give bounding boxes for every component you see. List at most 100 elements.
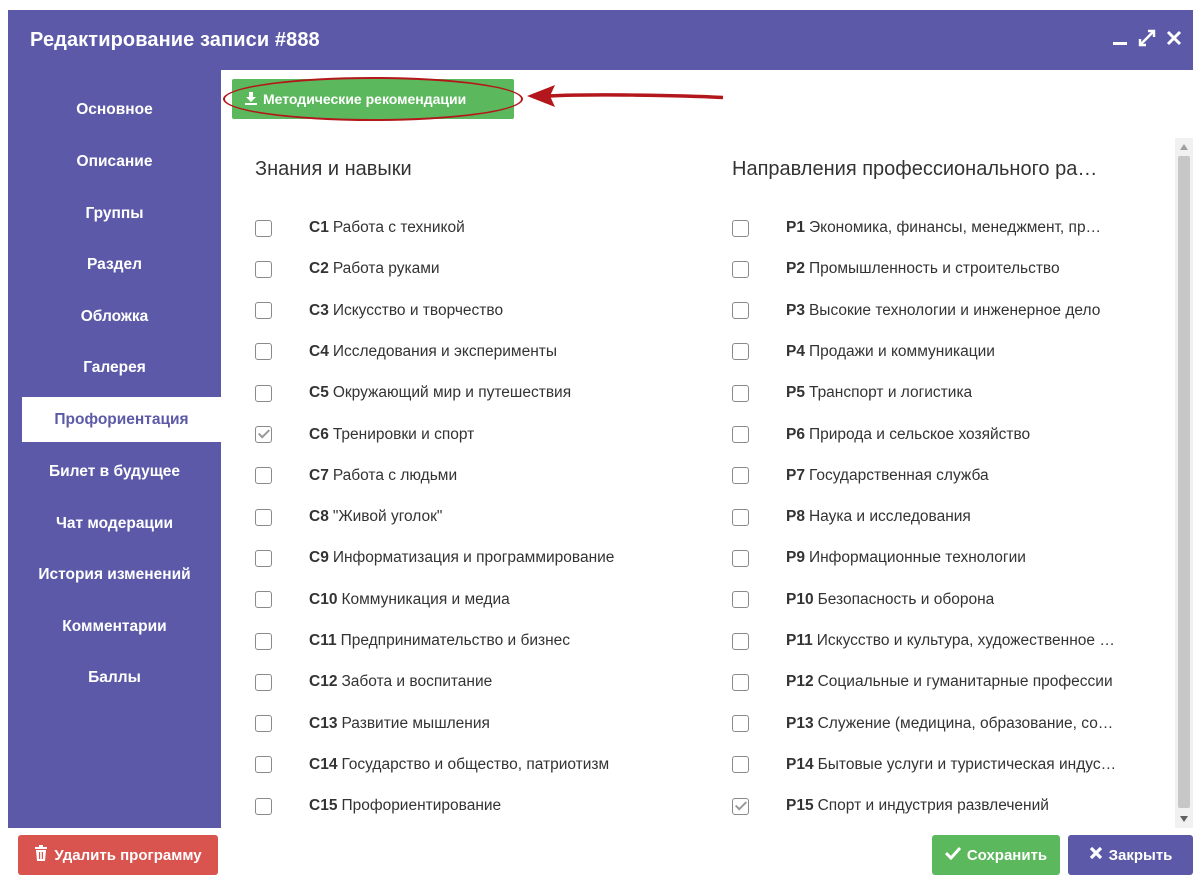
- sidebar-item-points[interactable]: Баллы: [8, 655, 221, 700]
- minimize-icon[interactable]: [1111, 27, 1129, 49]
- direction-checkbox[interactable]: [732, 426, 749, 443]
- direction-item[interactable]: Р10 Безопасность и оборона: [732, 588, 1157, 612]
- skill-checkbox[interactable]: [255, 756, 272, 774]
- direction-checkbox[interactable]: [732, 632, 749, 650]
- direction-item[interactable]: Р5 Транспорт и логистика: [732, 381, 1157, 405]
- skill-checkbox[interactable]: [255, 632, 272, 650]
- maximize-icon[interactable]: [1138, 27, 1156, 49]
- direction-checkbox[interactable]: [732, 756, 749, 774]
- direction-label: Р12 Социальные и гуманитарные профессии: [786, 673, 1113, 691]
- skill-checkbox[interactable]: [255, 508, 272, 526]
- sidebar-item-main[interactable]: Основное: [8, 87, 221, 132]
- sidebar-item-groups[interactable]: Группы: [8, 191, 221, 236]
- skill-item[interactable]: С5 Окружающий мир и путешествия: [255, 381, 675, 405]
- sidebar-item-career-guidance[interactable]: Профориентация: [22, 397, 221, 442]
- skill-item[interactable]: С15 Профориентирование: [255, 794, 675, 818]
- sidebar-item-change-history[interactable]: История изменений: [8, 552, 221, 597]
- skill-checkbox[interactable]: [255, 591, 272, 609]
- sidebar-item-cover[interactable]: Обложка: [8, 294, 221, 339]
- direction-code: Р7: [786, 466, 805, 484]
- save-button[interactable]: Сохранить: [932, 835, 1060, 875]
- scroll-down-icon[interactable]: [1180, 816, 1188, 822]
- skill-checkbox[interactable]: [255, 260, 272, 278]
- sidebar: Основное Описание Группы Раздел Обложка …: [8, 70, 221, 828]
- direction-item[interactable]: Р4 Продажи и коммуникации: [732, 340, 1157, 364]
- scrollbar-thumb[interactable]: [1178, 156, 1190, 808]
- skill-checkbox[interactable]: [255, 467, 272, 485]
- direction-text: Природа и сельское хозяйство: [808, 425, 1031, 443]
- direction-text: Социальные и гуманитарные профессии: [817, 673, 1113, 691]
- sidebar-item-description[interactable]: Описание: [8, 139, 221, 184]
- skill-item[interactable]: С2 Работа руками: [255, 257, 675, 281]
- direction-code: Р1: [786, 219, 805, 236]
- skill-checkbox[interactable]: [255, 384, 272, 402]
- direction-checkbox[interactable]: [732, 343, 749, 361]
- direction-item[interactable]: Р11 Искусство и культура, художественное …: [732, 629, 1157, 653]
- direction-label: Р4 Продажи и коммуникации: [786, 343, 995, 361]
- direction-code: Р3: [786, 301, 805, 319]
- scroll-up-icon[interactable]: [1180, 144, 1188, 150]
- direction-item[interactable]: Р14 Бытовые услуги и туристическая индус…: [732, 753, 1157, 777]
- direction-checkbox[interactable]: [732, 219, 749, 237]
- skill-checkbox[interactable]: [255, 426, 272, 443]
- recommendations-button[interactable]: Методические рекомендации: [232, 79, 514, 119]
- direction-code: Р6: [786, 425, 805, 443]
- skill-checkbox[interactable]: [255, 715, 272, 733]
- direction-item[interactable]: Р15 Спорт и индустрия развлечений: [732, 794, 1157, 818]
- skill-checkbox[interactable]: [255, 797, 272, 815]
- skill-item[interactable]: С1 Работа с техникой: [255, 216, 675, 240]
- skill-item[interactable]: С11 Предпринимательство и бизнес: [255, 629, 675, 653]
- skill-item[interactable]: С6 Тренировки и спорт: [255, 423, 675, 447]
- direction-item[interactable]: Р9 Информационные технологии: [732, 546, 1157, 570]
- close-label: Закрыть: [1108, 846, 1173, 864]
- close-icon[interactable]: [1165, 27, 1183, 49]
- skill-checkbox[interactable]: [255, 302, 272, 320]
- direction-item[interactable]: Р12 Социальные и гуманитарные профессии: [732, 670, 1157, 694]
- skill-item[interactable]: С12 Забота и воспитание: [255, 670, 675, 694]
- direction-checkbox[interactable]: [732, 508, 749, 526]
- skill-code: С5: [309, 384, 329, 402]
- direction-item[interactable]: Р8 Наука и исследования: [732, 505, 1157, 529]
- direction-checkbox[interactable]: [732, 591, 749, 609]
- delete-program-button[interactable]: Удалить программу: [18, 835, 218, 875]
- direction-checkbox[interactable]: [732, 302, 749, 320]
- sidebar-item-moderation-chat[interactable]: Чат модерации: [8, 501, 221, 546]
- direction-item[interactable]: Р2 Промышленность и строительство: [732, 257, 1157, 281]
- direction-checkbox[interactable]: [732, 549, 749, 567]
- skill-item[interactable]: С7 Работа с людьми: [255, 464, 675, 488]
- skill-checkbox[interactable]: [255, 219, 272, 237]
- sidebar-item-section[interactable]: Раздел: [8, 242, 221, 287]
- skill-item[interactable]: С4 Исследования и эксперименты: [255, 340, 675, 364]
- direction-label: Р15 Спорт и индустрия развлечений: [786, 797, 1049, 815]
- sidebar-item-gallery[interactable]: Галерея: [8, 345, 221, 390]
- skill-item[interactable]: С10 Коммуникация и медиа: [255, 588, 675, 612]
- direction-checkbox[interactable]: [732, 797, 749, 815]
- direction-item[interactable]: Р1 Экономика, финансы, менеджмент, пр…: [732, 216, 1157, 240]
- direction-item[interactable]: Р13 Служение (медицина, образование, со…: [732, 712, 1157, 736]
- direction-checkbox[interactable]: [732, 384, 749, 402]
- direction-checkbox[interactable]: [732, 260, 749, 278]
- skill-item[interactable]: С9 Информатизация и программирование: [255, 546, 675, 570]
- skill-checkbox[interactable]: [255, 549, 272, 567]
- skill-item[interactable]: С3 Искусство и творчество: [255, 299, 675, 323]
- skill-item[interactable]: С13 Развитие мышления: [255, 712, 675, 736]
- direction-text: Промышленность и строительство: [808, 260, 1060, 278]
- sidebar-item-ticket-to-future[interactable]: Билет в будущее: [8, 449, 221, 494]
- skill-checkbox[interactable]: [255, 673, 272, 691]
- direction-item[interactable]: Р7 Государственная служба: [732, 464, 1157, 488]
- trash-icon: [34, 845, 48, 865]
- sidebar-item-comments[interactable]: Комментарии: [8, 604, 221, 649]
- direction-checkbox[interactable]: [732, 467, 749, 485]
- skill-code: С7: [309, 466, 329, 484]
- close-button[interactable]: Закрыть: [1068, 835, 1193, 875]
- direction-item[interactable]: Р3 Высокие технологии и инженерное дело: [732, 299, 1157, 323]
- direction-item[interactable]: Р6 Природа и сельское хозяйство: [732, 423, 1157, 447]
- direction-checkbox[interactable]: [732, 715, 749, 733]
- skill-checkbox[interactable]: [255, 343, 272, 361]
- content-scrollbar[interactable]: [1175, 138, 1193, 828]
- skill-text: Работа руками: [332, 260, 440, 278]
- skill-item[interactable]: С14 Государство и общество, патриотизм: [255, 753, 675, 777]
- direction-checkbox[interactable]: [732, 673, 749, 691]
- direction-code: Р9: [786, 549, 805, 567]
- skill-item[interactable]: С8 "Живой уголок": [255, 505, 675, 529]
